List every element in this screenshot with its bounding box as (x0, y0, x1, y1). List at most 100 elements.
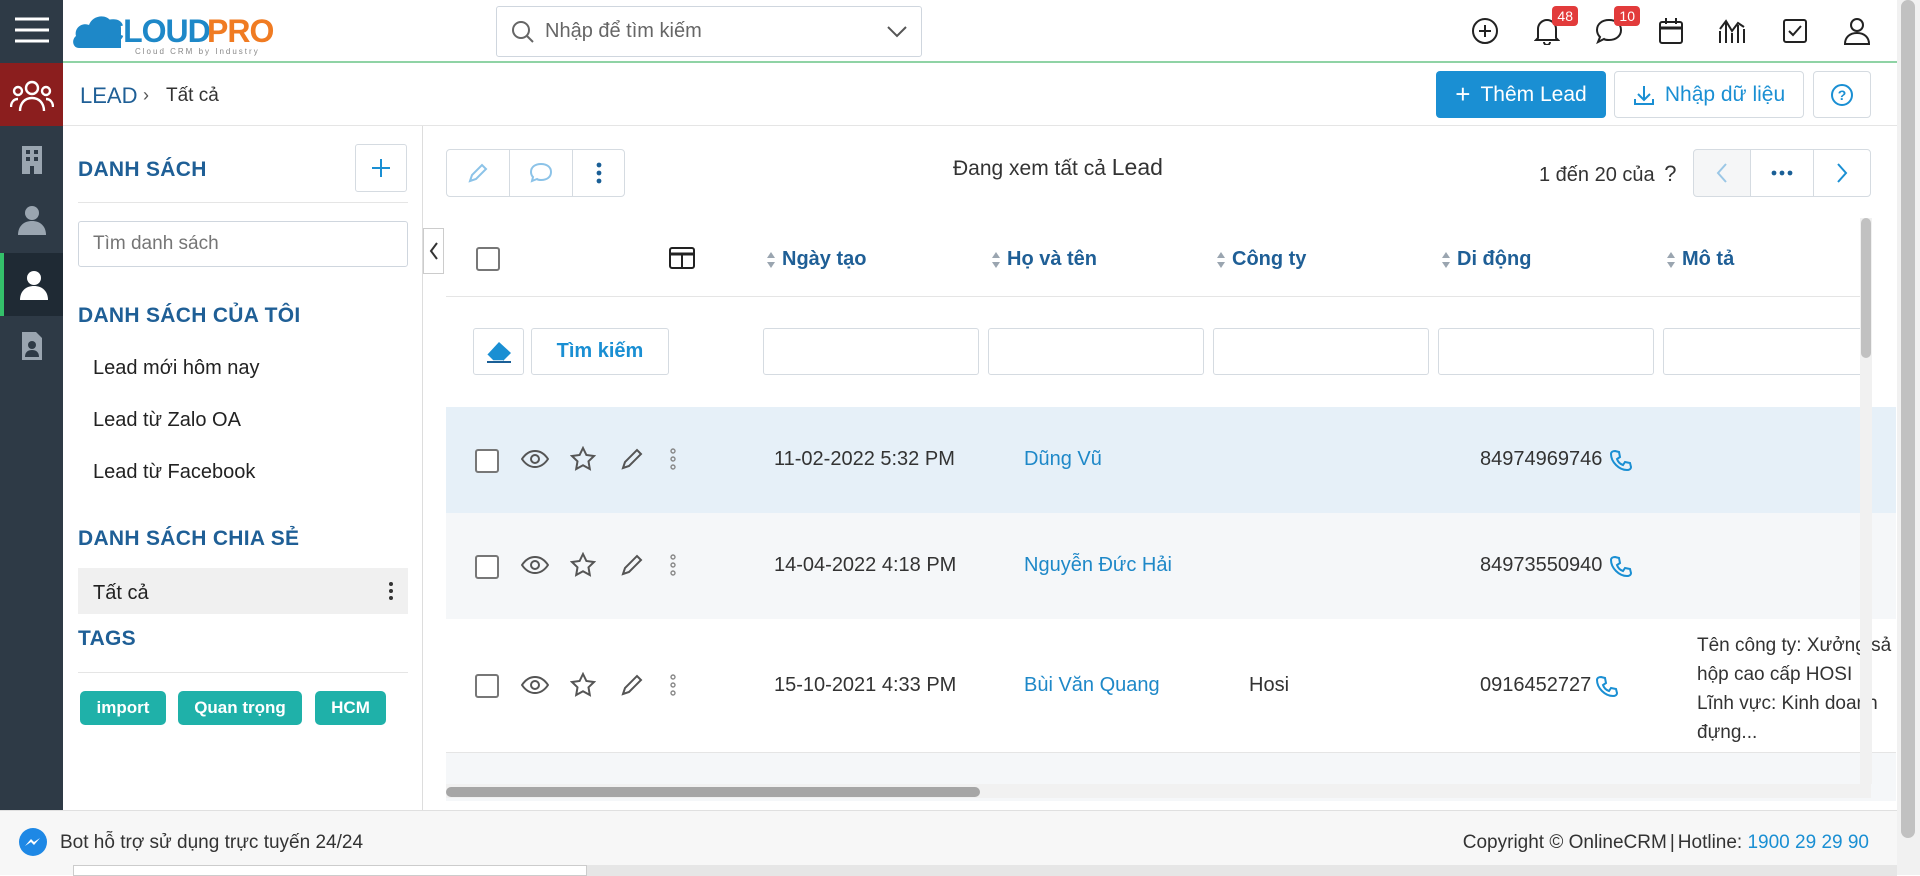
pencil-icon[interactable] (620, 673, 644, 697)
select-all-checkbox[interactable] (476, 247, 500, 271)
rail-contacts-button[interactable] (0, 190, 63, 250)
rail-organization-button[interactable] (0, 130, 63, 190)
filter-fullname-input[interactable] (988, 328, 1204, 375)
search-input[interactable] (545, 20, 875, 43)
columns-layout-icon[interactable] (669, 247, 695, 269)
star-icon[interactable] (570, 672, 596, 698)
eye-icon[interactable] (521, 449, 549, 469)
search-filter-button[interactable]: Tìm kiếm (531, 328, 669, 375)
more-vertical-icon[interactable] (670, 448, 676, 470)
tag-chip[interactable]: HCM (315, 691, 386, 725)
filter-mobile-input[interactable] (1438, 328, 1654, 375)
chevron-down-icon[interactable] (887, 25, 907, 38)
sort-icon (1667, 251, 1675, 268)
more-vertical-icon[interactable] (670, 674, 676, 696)
hotline-number[interactable]: 1900 29 29 90 (1747, 832, 1869, 853)
cell-fullname[interactable]: Nguyễn Đức Hải (1024, 554, 1172, 577)
cloudpro-logo[interactable]: CLOUD PRO Cloud CRM by Industry (71, 4, 301, 56)
row-checkbox[interactable] (475, 674, 499, 698)
next-page-button[interactable] (1813, 149, 1871, 197)
add-lead-button[interactable]: + Thêm Lead (1436, 71, 1606, 118)
pencil-icon[interactable] (620, 553, 644, 577)
table-row[interactable]: 14-04-2022 4:18 PM Nguyễn Đức Hải 849735… (446, 513, 1896, 619)
message-count-badge: 10 (1614, 6, 1640, 26)
column-header-mobile[interactable]: Di động (1441, 248, 1531, 271)
messages-button[interactable]: 10 (1592, 6, 1640, 48)
pagination-total[interactable]: ? (1664, 161, 1676, 186)
row-checkbox[interactable] (475, 555, 499, 579)
notifications-button[interactable]: 48 (1530, 6, 1578, 48)
list-search-input[interactable] (78, 221, 408, 267)
column-header-description[interactable]: Mô tả (1666, 248, 1734, 271)
horizontal-scrollbar[interactable] (446, 784, 1871, 798)
import-data-label: Nhập dữ liệu (1664, 82, 1786, 106)
star-icon[interactable] (570, 552, 596, 578)
star-icon[interactable] (570, 446, 596, 472)
shared-list-item-active[interactable]: Tất cả (78, 568, 408, 614)
add-list-button[interactable] (355, 144, 407, 192)
row-checkbox[interactable] (475, 449, 499, 473)
logo-text-pro: PRO (207, 13, 273, 49)
eye-icon[interactable] (521, 555, 549, 575)
more-actions-button[interactable] (572, 149, 625, 197)
filter-company-input[interactable] (1213, 328, 1429, 375)
cell-fullname[interactable]: Dũng Vũ (1024, 448, 1102, 471)
page-vertical-scrollbar-thumb[interactable] (1901, 0, 1915, 838)
my-list-item[interactable]: Lead từ Facebook (93, 461, 255, 484)
my-list-item[interactable]: Lead mới hôm nay (93, 357, 260, 380)
rail-lead-button[interactable] (0, 253, 63, 316)
hotline-label: Hotline: (1677, 832, 1743, 853)
table-vertical-scrollbar[interactable] (1860, 218, 1872, 784)
table-row[interactable]: 15-10-2021 4:33 PM Bùi Văn Quang Hosi 09… (446, 619, 1896, 753)
clear-filter-button[interactable] (473, 328, 524, 375)
global-search[interactable] (496, 6, 922, 57)
tag-chip[interactable]: Quan trọng (178, 691, 302, 725)
pencil-icon[interactable] (620, 447, 644, 471)
messenger-icon[interactable] (18, 827, 48, 857)
rail-document-button[interactable] (0, 316, 63, 376)
column-header-created[interactable]: Ngày tạo (766, 248, 866, 271)
more-vertical-icon[interactable] (388, 581, 394, 601)
breadcrumb-separator: › (143, 85, 149, 105)
more-vertical-icon[interactable] (670, 554, 676, 576)
help-button[interactable]: ? (1813, 71, 1871, 118)
table-row[interactable]: 11-02-2022 5:32 PM Dũng Vũ 84974969746 (446, 407, 1896, 513)
pagination-text: 1 đến 20 của (1539, 164, 1655, 186)
phone-icon[interactable] (1596, 675, 1618, 697)
shared-lists-title: DANH SÁCH CHIA SẺ (78, 527, 300, 550)
add-button[interactable] (1468, 14, 1502, 48)
phone-icon[interactable] (1610, 449, 1632, 471)
page-vertical-scrollbar[interactable] (1897, 0, 1920, 875)
copyright-info: Copyright © OnlineCRM | Hotline: 1900 29 2… (1463, 832, 1869, 854)
column-header-company[interactable]: Công ty (1216, 248, 1306, 271)
pencil-icon (468, 163, 488, 183)
horizontal-scrollbar-thumb[interactable] (446, 787, 980, 797)
divider (78, 202, 408, 203)
comment-button[interactable] (509, 149, 573, 197)
prev-page-button[interactable] (1693, 149, 1751, 197)
sort-icon (992, 251, 1000, 268)
cell-fullname[interactable]: Bùi Văn Quang (1024, 674, 1160, 697)
filter-description-input[interactable] (1663, 328, 1871, 375)
eye-icon[interactable] (521, 675, 549, 695)
bot-support-text[interactable]: Bot hỗ trợ sử dụng trực tuyến 24/24 (60, 832, 363, 854)
edit-button[interactable] (446, 149, 510, 197)
import-data-button[interactable]: Nhập dữ liệu (1614, 71, 1804, 118)
tasks-button[interactable] (1778, 14, 1812, 48)
menu-toggle-button[interactable] (0, 0, 63, 60)
page-options-button[interactable] (1750, 149, 1814, 197)
phone-icon[interactable] (1610, 555, 1632, 577)
breadcrumb-module[interactable]: LEAD (80, 83, 137, 109)
search-icon (512, 20, 534, 43)
calendar-button[interactable] (1654, 14, 1688, 48)
table-vertical-scrollbar-thumb[interactable] (1861, 218, 1871, 358)
cell-created: 15-10-2021 4:33 PM (774, 674, 957, 696)
pagination-info: 1 đến 20 của ? (1539, 161, 1676, 187)
tag-chip[interactable]: import (80, 691, 166, 725)
filter-created-input[interactable] (763, 328, 979, 375)
rail-leads-group-button[interactable] (0, 63, 63, 126)
reports-button[interactable] (1716, 14, 1750, 48)
column-header-fullname[interactable]: Họ và tên (991, 248, 1097, 271)
user-profile-button[interactable] (1840, 14, 1874, 48)
my-list-item[interactable]: Lead từ Zalo OA (93, 409, 241, 432)
